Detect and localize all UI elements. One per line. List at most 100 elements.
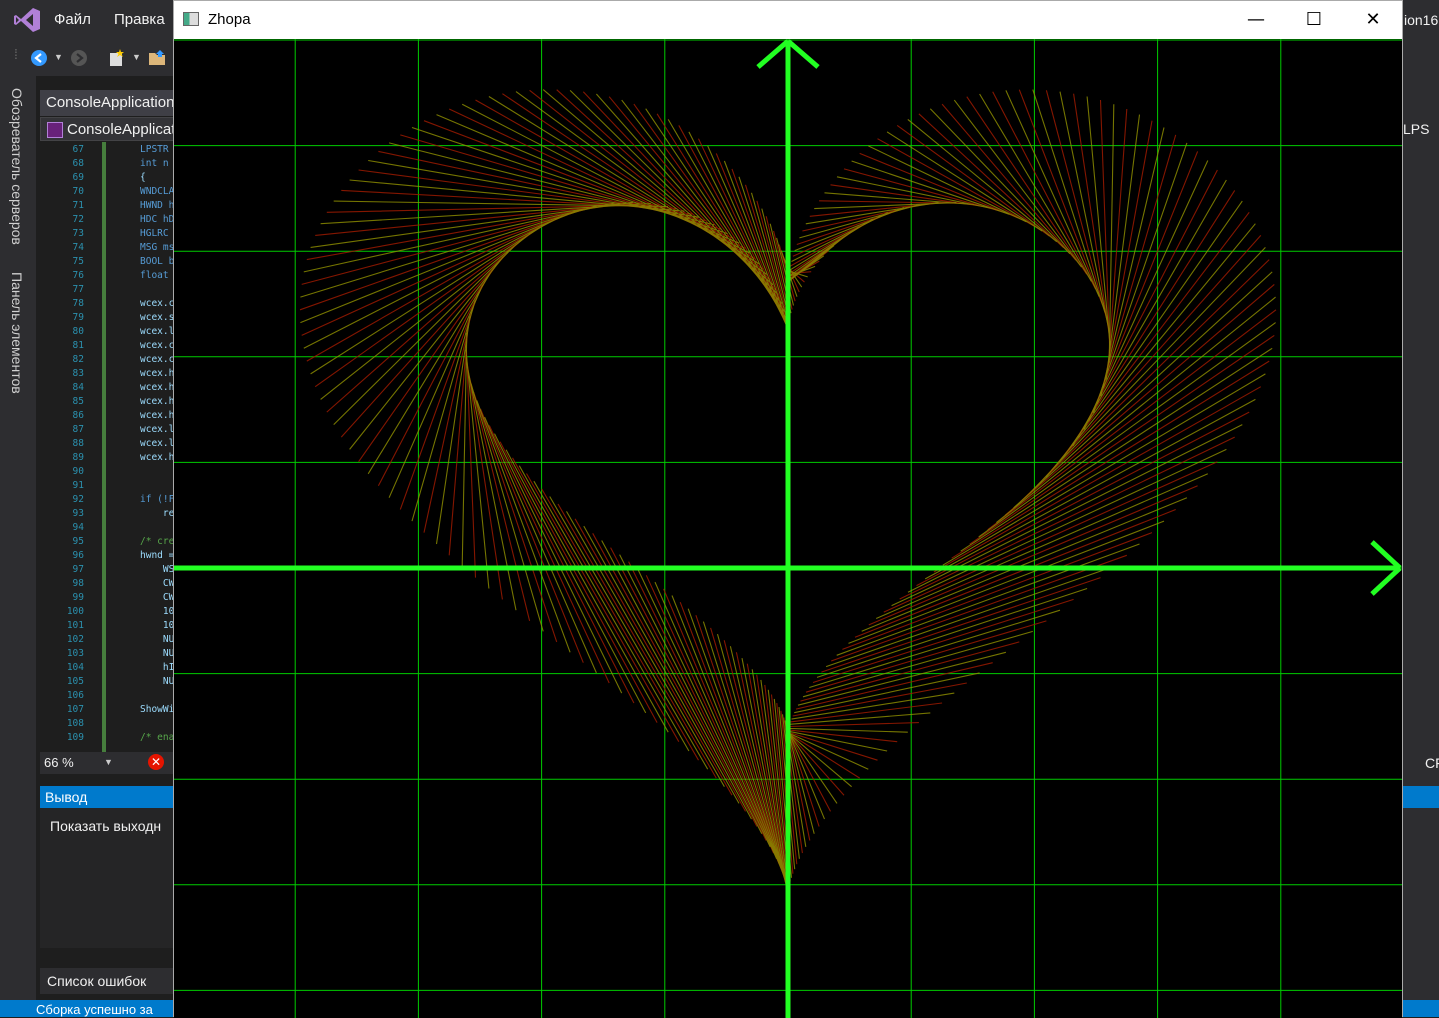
- line-number: 89: [72, 452, 84, 463]
- line-number: 75: [72, 256, 84, 267]
- code-line: MSG ms: [140, 242, 175, 253]
- line-number: 73: [72, 228, 84, 239]
- project-nav-label: ConsoleApplicat: [67, 121, 176, 138]
- new-project-icon[interactable]: [108, 48, 126, 68]
- maximize-button[interactable]: ☐: [1285, 1, 1343, 39]
- line-number: 77: [72, 284, 84, 295]
- close-button[interactable]: ✕: [1344, 1, 1402, 39]
- project-icon: [47, 122, 63, 138]
- forward-arrow-icon[interactable]: [70, 49, 88, 67]
- code-line: wcex.l: [140, 424, 175, 435]
- line-number: 87: [72, 424, 84, 435]
- line-number: 80: [72, 326, 84, 337]
- code-line: ShowWi: [140, 704, 175, 715]
- line-number: 94: [72, 522, 84, 533]
- code-line: wcex.l: [140, 326, 175, 337]
- line-number: 106: [66, 690, 84, 701]
- line-number: 71: [72, 200, 84, 211]
- line-number: 96: [72, 550, 84, 561]
- y-axis-arrow-left: [756, 39, 790, 69]
- code-line: wcex.c: [140, 354, 175, 365]
- code-line: LPSTR: [140, 144, 169, 155]
- server-explorer-tab[interactable]: Обозреватель серверов: [9, 88, 25, 245]
- code-line: int n: [140, 158, 169, 169]
- open-folder-icon[interactable]: [148, 49, 168, 67]
- output-title: Вывод: [45, 789, 88, 805]
- code-line: CW: [140, 578, 175, 589]
- change-gutter: [102, 142, 106, 752]
- code-line: wcex.h: [140, 410, 175, 421]
- code-line: WS: [140, 564, 175, 575]
- line-number: 98: [72, 578, 84, 589]
- app-window-icon: [183, 12, 199, 26]
- code-line: CW: [140, 592, 175, 603]
- back-arrow-icon[interactable]: [30, 49, 48, 67]
- code-line: wcex.h: [140, 382, 175, 393]
- line-number: 88: [72, 438, 84, 449]
- line-number: 83: [72, 368, 84, 379]
- code-line: wcex.h: [140, 452, 175, 463]
- code-line: hI: [140, 662, 175, 673]
- back-dropdown-icon[interactable]: ▼: [54, 52, 63, 62]
- code-line: /* cre: [140, 536, 175, 547]
- code-line: wcex.c: [140, 298, 175, 309]
- line-number: 95: [72, 536, 84, 547]
- line-number: 74: [72, 242, 84, 253]
- code-line: BOOL b: [140, 256, 175, 267]
- code-line: {: [140, 172, 146, 183]
- right-status-fragment: CF: [1425, 755, 1439, 771]
- code-line: NU: [140, 634, 175, 645]
- status-text: Сборка успешно за: [36, 1002, 153, 1017]
- coordinate-axes: [174, 39, 1402, 1018]
- line-number: 72: [72, 214, 84, 225]
- y-axis-arrow-right: [786, 39, 820, 69]
- code-line: float: [140, 270, 169, 281]
- line-number: 81: [72, 340, 84, 351]
- line-number: 108: [66, 718, 84, 729]
- line-number: 85: [72, 396, 84, 407]
- right-title-fragment: ion16: [1404, 12, 1439, 28]
- zoom-level[interactable]: 66 %: [44, 755, 74, 770]
- line-number: 100: [66, 606, 84, 617]
- line-number: 99: [72, 592, 84, 603]
- minimize-button[interactable]: —: [1227, 1, 1285, 39]
- code-line: wcex.s: [140, 312, 175, 323]
- line-number: 82: [72, 354, 84, 365]
- new-dropdown-icon[interactable]: ▼: [132, 52, 141, 62]
- x-axis-arrow-bottom: [1370, 566, 1402, 596]
- error-icon[interactable]: ✕: [148, 754, 164, 770]
- output-panel-header: Вывод: [40, 786, 180, 808]
- line-number: 86: [72, 410, 84, 421]
- toolbar-grip: ⁞: [14, 46, 18, 62]
- line-number: 84: [72, 382, 84, 393]
- line-number: 102: [66, 634, 84, 645]
- menu-file[interactable]: Файл: [54, 11, 91, 28]
- code-line: HDC hD: [140, 214, 175, 225]
- line-number: 107: [66, 704, 84, 715]
- line-number: 92: [72, 494, 84, 505]
- error-list-tab[interactable]: Список ошибок: [40, 968, 180, 994]
- code-line: HWND h: [140, 200, 175, 211]
- line-number: 104: [66, 662, 84, 673]
- vs-logo-icon: [14, 8, 40, 32]
- code-line: NU: [140, 648, 175, 659]
- project-nav-combo[interactable]: ConsoleApplicat: [40, 117, 180, 141]
- right-panel-header: [1403, 786, 1439, 808]
- toolbox-tab[interactable]: Панель элементов: [9, 272, 25, 394]
- menu-edit[interactable]: Правка: [114, 11, 165, 28]
- code-line: hwnd =: [140, 550, 175, 561]
- zoom-dropdown-icon[interactable]: ▼: [104, 757, 113, 767]
- line-number: 69: [72, 172, 84, 183]
- render-canvas[interactable]: [174, 39, 1402, 1018]
- line-number: 91: [72, 480, 84, 491]
- left-tool-strip: Обозреватель серверов Панель элементов: [0, 76, 36, 1000]
- code-line: wcex.h: [140, 396, 175, 407]
- document-tab[interactable]: ConsoleApplication: [40, 90, 180, 116]
- line-number: 103: [66, 648, 84, 659]
- code-line: wcex.h: [140, 368, 175, 379]
- window-title: Zhopa: [208, 11, 251, 28]
- window-titlebar[interactable]: Zhopa — ☐ ✕: [174, 1, 1402, 39]
- code-editor[interactable]: 67 LPSTR 68 int n 69 {70 WNDCLA 71 HWND h 72 HDC h…: [40, 142, 180, 752]
- line-number: 109: [66, 732, 84, 743]
- code-line: 10: [140, 620, 175, 631]
